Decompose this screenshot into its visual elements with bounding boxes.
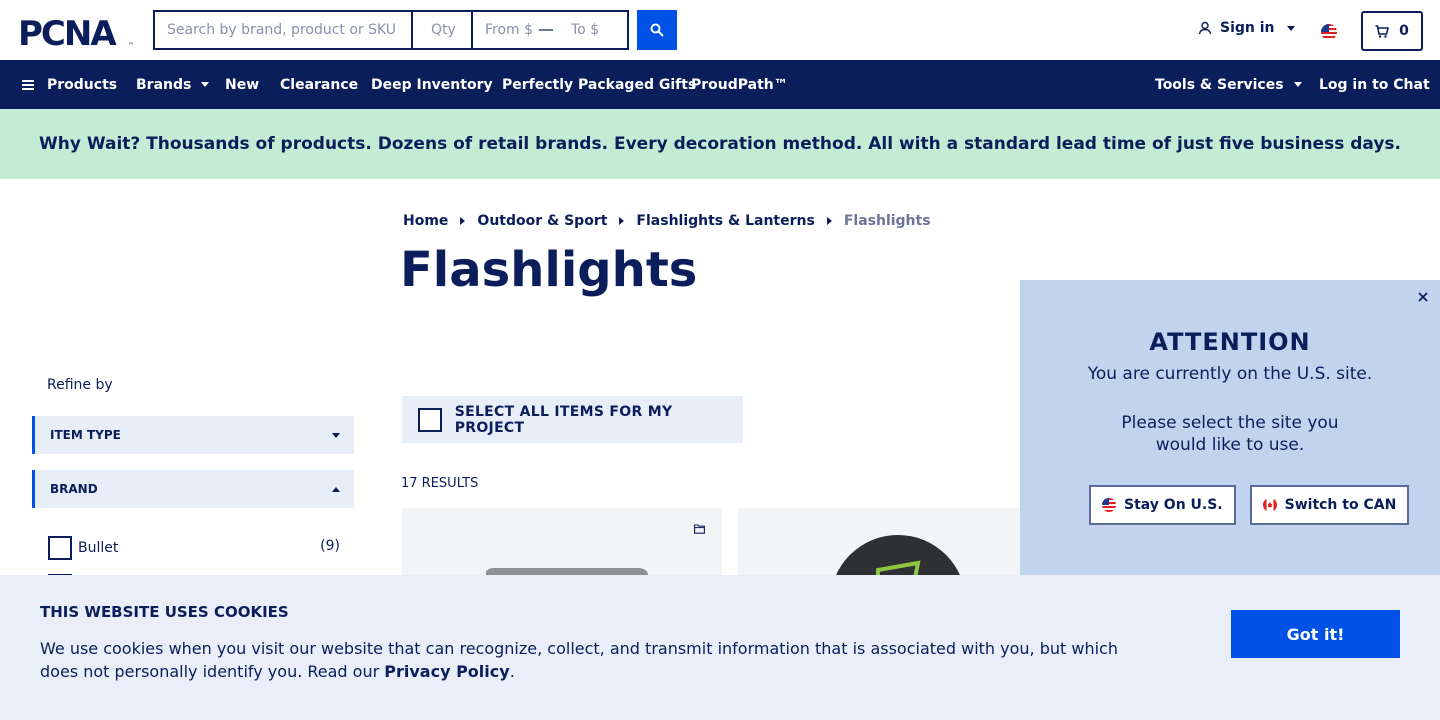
us-flag-icon[interactable] <box>1321 24 1337 40</box>
chevron-up-icon <box>332 486 340 492</box>
facet-label: ITEM TYPE <box>50 428 121 442</box>
select-all-label: SELECT ALL ITEMS FOR MY PROJECT <box>454 403 673 436</box>
nav-chat[interactable]: Log in to Chat <box>1319 60 1430 109</box>
close-icon[interactable] <box>1416 290 1430 304</box>
nav-brands-label: Brands <box>136 76 192 93</box>
nav-deep-inventory[interactable]: Deep Inventory <box>371 60 493 109</box>
cart-button[interactable]: 0 <box>1361 11 1423 51</box>
facet-label: BRAND <box>50 482 98 496</box>
cookie-period: . <box>509 662 515 681</box>
search-input[interactable] <box>153 10 411 50</box>
logo-text: PCNA <box>18 14 117 50</box>
svg-text:™: ™ <box>128 42 134 49</box>
sign-in-menu[interactable]: Sign in <box>1198 20 1295 36</box>
nav-new[interactable]: New <box>225 60 259 109</box>
checkbox[interactable] <box>418 407 442 432</box>
canada-flag-icon <box>1262 498 1277 512</box>
nav-chat-label: Log in to Chat <box>1319 76 1430 93</box>
chevron-right-icon <box>619 217 625 225</box>
site-selector-modal: ATTENTION You are currently on the U.S. … <box>1020 280 1440 580</box>
modal-prompt: Please select the site you would like to… <box>1121 413 1339 455</box>
nav-proudpath[interactable]: ProudPath™ <box>691 60 788 109</box>
results-count: 17 RESULTS <box>401 476 479 491</box>
price-range <box>473 10 629 50</box>
chevron-right-icon <box>826 217 832 225</box>
price-from-input[interactable] <box>473 12 533 48</box>
switch-can-button[interactable]: Switch to CAN <box>1249 485 1410 525</box>
brand-option-count: (9) <box>320 538 340 554</box>
nav-tools[interactable]: Tools & Services <box>1155 60 1302 109</box>
sign-in-label: Sign in <box>1220 20 1275 36</box>
user-icon <box>1198 21 1212 35</box>
cart-icon <box>1375 24 1390 38</box>
nav-brands[interactable]: Brands <box>136 60 210 109</box>
modal-title: ATTENTION <box>1149 328 1311 356</box>
qty-input[interactable] <box>411 10 473 50</box>
nav-proudpath-label: ProudPath™ <box>691 76 788 93</box>
switch-can-label: Switch to CAN <box>1284 497 1397 513</box>
chevron-right-icon <box>460 217 466 225</box>
price-dash <box>539 29 553 31</box>
promo-banner: Why Wait? Thousands of products. Dozens … <box>0 109 1440 179</box>
nav-new-label: New <box>225 76 260 93</box>
nav-clearance-label: Clearance <box>280 76 359 93</box>
privacy-policy-link[interactable]: Privacy Policy <box>384 662 509 681</box>
pcna-logo[interactable]: PCNA ™ <box>18 14 136 50</box>
site-header: PCNA ™ Sign in <box>0 0 1440 60</box>
breadcrumb: Home Outdoor & Sport Flashlights & Lante… <box>403 213 931 229</box>
modal-message: You are currently on the U.S. site. <box>1087 364 1373 384</box>
nav-deep-inventory-label: Deep Inventory <box>371 76 493 93</box>
nav-products-label: Products <box>47 76 118 93</box>
price-to-input[interactable] <box>559 12 619 48</box>
breadcrumb-flashlights-lanterns[interactable]: Flashlights & Lanterns <box>636 213 814 229</box>
checkbox[interactable] <box>48 536 72 560</box>
nav-gifts-label: Perfectly Packaged Gifts <box>502 76 697 93</box>
search-button[interactable] <box>637 10 677 50</box>
us-flag-icon <box>1102 498 1116 512</box>
page-title: Flashlights <box>400 242 698 298</box>
search-bar <box>153 10 677 50</box>
search-icon <box>650 23 664 37</box>
cart-count: 0 <box>1399 23 1409 39</box>
nav-tools-label: Tools & Services <box>1155 76 1284 93</box>
folder-icon[interactable] <box>694 524 705 534</box>
menu-icon <box>22 79 34 90</box>
chevron-down-icon <box>332 432 340 438</box>
stay-us-button[interactable]: Stay On U.S. <box>1089 485 1236 525</box>
got-it-button[interactable]: Got it! <box>1231 610 1400 658</box>
cookie-text: We use cookies when you visit our websit… <box>40 637 1140 683</box>
facet-item-type[interactable]: ITEM TYPE <box>32 416 354 454</box>
brand-option-bullet[interactable]: Bullet (9) <box>48 536 340 560</box>
chevron-down-icon <box>1293 82 1302 87</box>
refine-label: Refine by <box>47 377 113 393</box>
promo-text: Why Wait? Thousands of products. Dozens … <box>38 134 1402 154</box>
nav-gifts[interactable]: Perfectly Packaged Gifts <box>502 60 696 109</box>
cookie-banner: THIS WEBSITE USES COOKIES We use cookies… <box>0 575 1440 720</box>
brand-option-label: Bullet <box>78 540 119 556</box>
nav-products[interactable]: Products <box>22 60 117 109</box>
breadcrumb-current: Flashlights <box>843 213 931 229</box>
cookie-body: We use cookies when you visit our websit… <box>40 639 1118 681</box>
breadcrumb-home[interactable]: Home <box>403 213 448 229</box>
nav-clearance[interactable]: Clearance <box>280 60 358 109</box>
select-all-items[interactable]: SELECT ALL ITEMS FOR MY PROJECT <box>402 396 743 443</box>
facet-brand[interactable]: BRAND <box>32 470 354 508</box>
cookie-title: THIS WEBSITE USES COOKIES <box>40 603 289 621</box>
chevron-down-icon <box>1286 25 1295 31</box>
main-nav: Products Brands New Clearance Deep Inven… <box>0 60 1440 109</box>
breadcrumb-outdoor-sport[interactable]: Outdoor & Sport <box>477 213 607 229</box>
stay-us-label: Stay On U.S. <box>1124 497 1223 513</box>
chevron-down-icon <box>201 82 210 87</box>
